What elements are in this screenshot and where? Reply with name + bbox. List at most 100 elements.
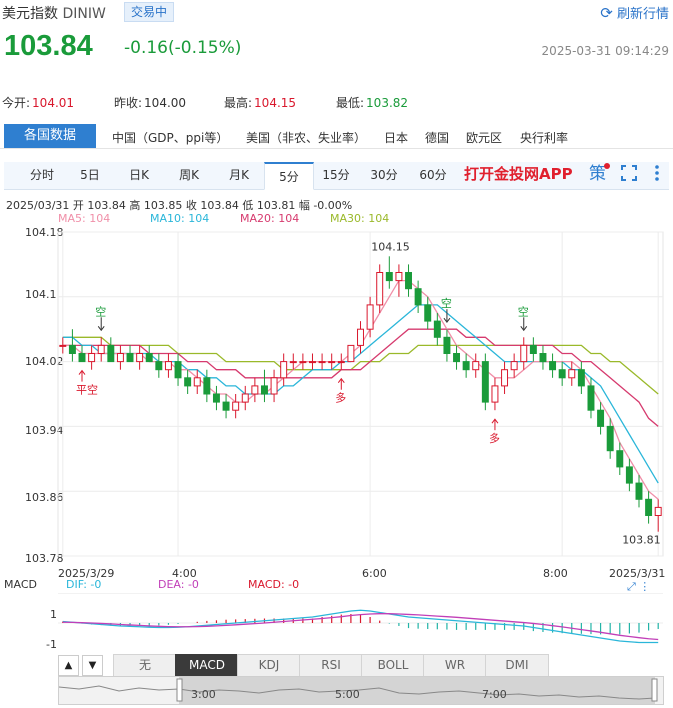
- candle-body: [606, 425, 614, 452]
- x-tick-label: 6:00: [362, 567, 387, 580]
- candle-body: [424, 304, 432, 322]
- candlestick: [145, 345, 153, 363]
- candle-body: [318, 361, 326, 364]
- candlestick: [136, 345, 144, 370]
- stat-open-label: 今开:: [2, 96, 31, 110]
- candle-body: [597, 409, 605, 427]
- candlestick: [97, 337, 105, 362]
- macd-value-label: MACD: -0: [248, 578, 300, 591]
- fullscreen-icon[interactable]: [621, 165, 637, 181]
- tab-timeshare[interactable]: 分时: [18, 162, 66, 189]
- candlestick: [203, 369, 211, 403]
- candlestick: [539, 345, 547, 370]
- candlestick: [260, 369, 268, 403]
- candlestick: [193, 369, 201, 394]
- country-germany-link[interactable]: 德国: [425, 129, 449, 146]
- candle-body: [501, 369, 509, 387]
- stat-high-value: 104.15: [254, 96, 297, 110]
- navigator-label: 7:00: [482, 688, 507, 701]
- candlestick: [635, 475, 643, 508]
- candlestick: [107, 337, 115, 363]
- candlestick: [529, 337, 537, 362]
- candlestick: [88, 345, 96, 370]
- tab-15min[interactable]: 15分: [313, 162, 359, 189]
- candle-body: [97, 344, 105, 355]
- candle-body: [443, 336, 451, 355]
- candlestick: [520, 337, 528, 370]
- strategy-button[interactable]: 策: [589, 163, 610, 185]
- candle-body: [376, 272, 384, 306]
- country-japan-link[interactable]: 日本: [384, 129, 408, 146]
- tab-5day[interactable]: 5日: [66, 162, 114, 189]
- candlestick: [453, 345, 461, 370]
- candlestick: [59, 337, 67, 354]
- central-bank-rate-link[interactable]: 央行利率: [520, 129, 568, 146]
- chart-settings-icon[interactable]: ⤢ ⋮: [627, 580, 650, 594]
- navigator-label: 5:00: [335, 688, 360, 701]
- candlestick: [568, 361, 576, 386]
- candle-body: [510, 361, 518, 371]
- ma5-line: [62, 279, 659, 500]
- candlestick: [174, 353, 182, 386]
- range-navigator[interactable]: [58, 676, 664, 705]
- candle-body: [385, 272, 393, 282]
- signal-sell-label: 空: [518, 304, 529, 318]
- candle-body: [203, 377, 211, 395]
- tab-daily-k[interactable]: 日K: [114, 162, 164, 189]
- candlestick: [654, 499, 662, 532]
- candle-body: [289, 361, 297, 364]
- candlestick: [212, 385, 220, 411]
- candle-body: [539, 353, 547, 363]
- signal-sell-label: 空: [441, 296, 452, 310]
- tab-monthly-k[interactable]: 月K: [214, 162, 264, 189]
- candlestick: [280, 353, 288, 386]
- scroll-left-button[interactable]: ▲: [58, 655, 79, 676]
- candle-body: [347, 344, 355, 363]
- high-price-label: 104.15: [371, 240, 410, 253]
- macd-dea-label: DEA: -0: [158, 578, 199, 591]
- scroll-right-button[interactable]: ▼: [82, 655, 103, 676]
- indicator-none[interactable]: 无: [113, 654, 177, 677]
- country-data-tab[interactable]: 各国数据: [4, 124, 96, 148]
- indicator-macd[interactable]: MACD: [175, 654, 239, 677]
- candlestick: [270, 369, 278, 403]
- candlestick: [395, 264, 403, 297]
- open-app-link[interactable]: 打开金投网APP: [464, 163, 573, 185]
- indicator-rsi[interactable]: RSI: [299, 654, 363, 677]
- candle-body: [68, 344, 76, 355]
- candle-body: [625, 466, 633, 484]
- candlestick: [577, 361, 585, 394]
- more-menu-icon[interactable]: [650, 164, 664, 182]
- candle-body: [251, 385, 259, 395]
- candle-body: [337, 361, 345, 364]
- candlestick: [318, 353, 326, 370]
- candle-body: [116, 353, 124, 363]
- price-change: -0.16(-0.15%): [124, 38, 242, 58]
- candlestick: [337, 353, 345, 370]
- candlestick-chart[interactable]: Au 金投行情 quote.cngold.org 104.15103.81空平空…: [0, 226, 673, 571]
- indicator-dmi[interactable]: DMI: [485, 654, 549, 677]
- candle-body: [232, 401, 240, 411]
- stat-low-value: 103.82: [366, 96, 409, 110]
- stat-high-label: 最高:: [224, 96, 253, 110]
- indicator-wr[interactable]: WR: [423, 654, 487, 677]
- tab-60min[interactable]: 60分: [409, 162, 457, 189]
- tab-30min[interactable]: 30分: [361, 162, 407, 189]
- tab-5min[interactable]: 5分: [264, 162, 314, 190]
- country-eurozone-link[interactable]: 欧元区: [466, 129, 502, 146]
- refresh-button[interactable]: ⟳ 刷新行情: [600, 3, 669, 22]
- ma30-label: MA30: 104: [330, 212, 390, 225]
- candlestick: [462, 353, 470, 378]
- country-us-link[interactable]: 美国（非农、失业率）: [246, 129, 366, 146]
- candle-body: [453, 353, 461, 363]
- macd-dif-label: DIF: -0: [66, 578, 102, 591]
- indicator-boll[interactable]: BOLL: [361, 654, 425, 677]
- notification-dot: [604, 163, 610, 169]
- candlestick: [155, 353, 163, 378]
- indicator-kdj[interactable]: KDJ: [237, 654, 301, 677]
- candle-body: [222, 401, 230, 411]
- signal-sell-label: 空: [95, 304, 106, 318]
- candlestick: [414, 280, 422, 313]
- tab-weekly-k[interactable]: 周K: [164, 162, 214, 189]
- country-china-link[interactable]: 中国（GDP、ppi等）: [112, 129, 228, 146]
